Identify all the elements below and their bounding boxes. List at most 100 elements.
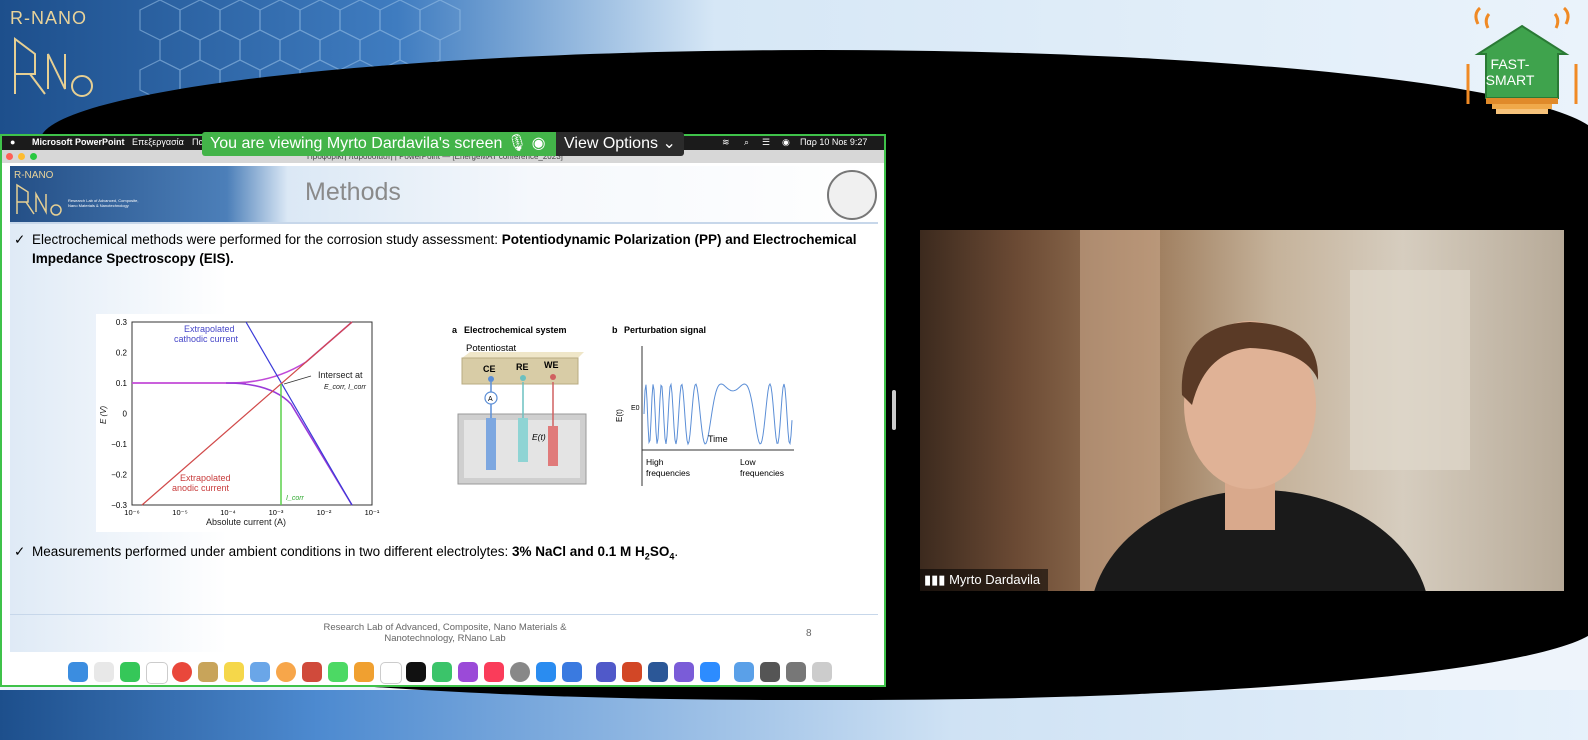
y-tick-label: 0.1 xyxy=(116,379,128,388)
x-tick-label: 10⁻³ xyxy=(269,508,284,517)
teams-icon[interactable] xyxy=(596,662,616,682)
apple-icon[interactable]: ● xyxy=(10,137,15,147)
reminders-icon[interactable] xyxy=(380,662,402,684)
zoom-icon[interactable] xyxy=(700,662,720,682)
label-icorr: I_corr xyxy=(286,495,305,502)
participant-name-label: ▮▮▮ Myrto Dardavila xyxy=(920,569,1049,591)
downloads-folder-icon[interactable] xyxy=(734,662,754,682)
viber-icon[interactable] xyxy=(674,662,694,682)
screenshot-icon[interactable] xyxy=(760,662,780,682)
chevron-down-icon: ⌄ xyxy=(662,135,676,152)
testflight-icon[interactable] xyxy=(562,662,582,682)
viewing-screen-banner: You are viewing Myrto Dardavila's screen… xyxy=(202,132,558,156)
re-label: RE xyxy=(516,362,529,372)
view-options-button[interactable]: View Options ⌄ xyxy=(556,132,684,156)
et-label: E(t) xyxy=(532,432,546,442)
high-label-2: frequencies xyxy=(646,468,690,478)
participant-video[interactable]: ▮▮▮ Myrto Dardavila xyxy=(920,230,1564,591)
label-anodic-1: Extrapolated xyxy=(180,473,231,483)
y-tick-label: 0.3 xyxy=(116,318,128,327)
slide-title: Methods xyxy=(305,178,401,206)
powerpoint-icon[interactable] xyxy=(622,662,642,682)
mic-icon: 🎙 xyxy=(506,135,528,152)
eis-ylabel: E(t) xyxy=(615,409,624,422)
y-tick-label: 0.2 xyxy=(116,349,128,358)
eis-a-title: Electrochemical system xyxy=(464,325,567,335)
preview-icon[interactable] xyxy=(250,662,270,682)
label-cathodic-2: cathodic current xyxy=(174,334,239,344)
settings-icon[interactable] xyxy=(510,662,530,682)
wifi-icon[interactable]: ≋ xyxy=(722,137,730,148)
numbers-icon[interactable] xyxy=(432,662,452,682)
rnano-brand-label: R-NANO xyxy=(10,8,87,28)
calendar-icon[interactable] xyxy=(146,662,168,684)
photos-icon[interactable] xyxy=(276,662,296,682)
slide-logo-icon xyxy=(16,183,62,216)
x-tick-label: 10⁻⁵ xyxy=(172,508,187,517)
checkmark-icon: ✓ xyxy=(14,544,26,559)
low-label: Low xyxy=(740,457,756,467)
appletv-icon[interactable] xyxy=(406,662,426,682)
low-label-2: frequencies xyxy=(740,468,784,478)
podcasts-icon[interactable] xyxy=(458,662,478,682)
high-label: High xyxy=(646,457,664,467)
ce-label: CE xyxy=(483,364,496,374)
y-tick-label: −0.2 xyxy=(111,471,127,480)
fast-smart-label: FAST- SMART xyxy=(1485,56,1535,88)
slide-header xyxy=(10,166,878,224)
checkmark-icon: ✓ xyxy=(14,232,26,247)
tafel-plot: 0.30.20.10−0.1−0.2−0.3 10⁻⁶ 10⁻⁵ 10⁻⁴ 10⁻³ 1… xyxy=(96,314,386,532)
music-icon[interactable] xyxy=(484,662,504,682)
pages-icon[interactable] xyxy=(354,662,374,682)
eis-a-label: a xyxy=(452,325,458,335)
search-icon[interactable]: ⌕ xyxy=(744,137,749,148)
label-intersect-2: E_corr, I_corr xyxy=(324,384,367,391)
signal-bars-icon: ▮▮▮ xyxy=(924,572,946,587)
university-seal-icon xyxy=(827,170,877,220)
menu-edit[interactable]: Επεξεργασία xyxy=(132,137,184,147)
word-icon[interactable] xyxy=(648,662,668,682)
control-center-icon[interactable]: ☰ xyxy=(762,137,770,148)
notes-icon[interactable] xyxy=(224,662,244,682)
chrome-icon[interactable] xyxy=(172,662,192,682)
close-window-button[interactable] xyxy=(6,153,13,160)
eis-b-title: Perturbation signal xyxy=(624,325,706,335)
x-tick-label: 10⁻⁶ xyxy=(124,508,139,517)
minimize-window-button[interactable] xyxy=(18,153,25,160)
messages-icon[interactable] xyxy=(328,662,348,682)
slide-brand-subtitle: Research Lab of Advanced, Composite, Nan… xyxy=(68,198,139,208)
rnano-logo-icon xyxy=(14,37,93,97)
facetime-icon[interactable] xyxy=(120,662,140,682)
label-cathodic-1: Extrapolated xyxy=(184,324,235,334)
slide-page-number: 8 xyxy=(806,628,812,639)
shared-screen: ● Microsoft PowerPoint Επεξεργασία Πα ≋ … xyxy=(0,134,886,687)
tafel-xlabel: Absolute current (A) xyxy=(206,517,286,527)
siri-icon[interactable]: ◉ xyxy=(782,137,790,148)
trash-icon[interactable] xyxy=(812,662,832,682)
record-icon: ◉ xyxy=(531,135,546,152)
label-intersect: Intersect at xyxy=(318,370,363,380)
mac-dock xyxy=(18,656,870,685)
x-tick-label: 10⁻⁴ xyxy=(220,508,236,517)
ammeter-label: A xyxy=(488,396,493,403)
eis-b-label: b xyxy=(612,325,618,335)
eis-diagram: a Electrochemical system Potentiostat CE… xyxy=(452,325,794,486)
y-tick-label: 0 xyxy=(123,410,128,419)
e0-label: E0 xyxy=(631,405,640,412)
presentation-slide: R-NANO Research Lab of Advanced, Composi… xyxy=(10,166,878,652)
menu-app-name[interactable]: Microsoft PowerPoint xyxy=(32,137,125,147)
we-label: WE xyxy=(544,360,559,370)
window-stack-icon[interactable] xyxy=(786,662,806,682)
launchpad-icon[interactable] xyxy=(94,662,114,682)
zoom-window-button[interactable] xyxy=(30,153,37,160)
footer-divider xyxy=(10,614,878,615)
split-view-handle[interactable] xyxy=(892,390,896,430)
time-label: Time xyxy=(708,434,728,444)
label-anodic-2: anodic current xyxy=(172,483,230,493)
appstore-icon[interactable] xyxy=(536,662,556,682)
powerpoint-alt-icon[interactable] xyxy=(302,662,322,682)
tafel-ylabel: E (V) xyxy=(99,405,108,424)
slide-brand: R-NANO xyxy=(14,170,54,181)
finder-icon[interactable] xyxy=(68,662,88,682)
app-icon[interactable] xyxy=(198,662,218,682)
